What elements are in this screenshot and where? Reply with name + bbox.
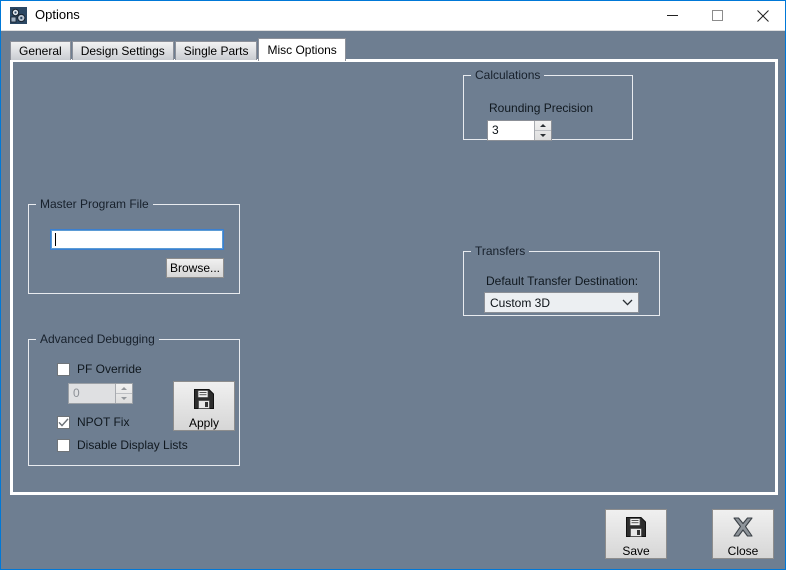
rounding-precision-spin-buttons[interactable] (534, 121, 551, 140)
npot-fix-checkbox-row[interactable]: NPOT Fix (57, 415, 129, 429)
apply-button[interactable]: Apply (173, 381, 235, 431)
window-title: Options (35, 7, 80, 22)
transfers-group: Transfers Default Transfer Destination: … (463, 244, 660, 316)
rounding-precision-label: Rounding Precision (489, 101, 594, 115)
browse-button-label: Browse... (169, 261, 220, 275)
chevron-down-icon[interactable] (616, 299, 638, 306)
disable-display-lists-label: Disable Display Lists (77, 438, 188, 452)
checkmark-icon (58, 417, 69, 427)
rounding-precision-spinner[interactable]: 3 (487, 120, 552, 141)
gears-icon (10, 7, 27, 24)
npot-fix-label: NPOT Fix (77, 415, 130, 429)
npot-fix-checkbox[interactable] (57, 415, 70, 429)
pf-override-label: PF Override (77, 362, 142, 376)
pf-override-spinner[interactable]: 0 (68, 383, 133, 404)
pf-override-checkbox[interactable] (57, 362, 70, 376)
misc-options-panel: Calculations Rounding Precision 3 Master… (10, 59, 778, 495)
tab-general[interactable]: General (10, 41, 71, 60)
spinner-down-icon[interactable] (535, 131, 551, 140)
master-program-file-group-label: Master Program File (36, 197, 153, 211)
options-window: Options General Design Settings Single P… (0, 0, 786, 570)
x-mark-icon (730, 515, 756, 542)
advanced-debugging-group-label: Advanced Debugging (36, 332, 159, 346)
save-button-label: Save (622, 544, 650, 558)
spinner-down-icon[interactable] (116, 394, 132, 403)
close-button-label: Close (727, 544, 759, 558)
text-cursor (55, 233, 56, 246)
disable-display-lists-checkbox[interactable] (57, 438, 70, 452)
calculations-group-label: Calculations (471, 68, 545, 82)
master-program-file-input[interactable] (50, 229, 224, 250)
apply-button-label: Apply (188, 416, 220, 430)
pf-override-value: 0 (73, 386, 80, 400)
close-icon[interactable] (740, 1, 785, 30)
advanced-debugging-group: Advanced Debugging PF Override 0 NPOT Fi… (28, 332, 240, 466)
master-program-file-group: Master Program File Browse... (28, 197, 240, 294)
browse-button[interactable]: Browse... (166, 258, 224, 278)
transfers-group-label: Transfers (471, 244, 530, 258)
tab-single-parts[interactable]: Single Parts (174, 41, 258, 60)
tab-strip: General Design Settings Single Parts Mis… (10, 38, 347, 61)
maximize-icon[interactable] (695, 1, 740, 30)
save-button[interactable]: Save (605, 509, 667, 559)
tab-misc-options[interactable]: Misc Options (258, 38, 346, 61)
tab-design-settings[interactable]: Design Settings (71, 41, 174, 60)
floppy-disk-icon (624, 515, 648, 542)
default-transfer-destination-select[interactable]: Custom 3D (484, 292, 639, 313)
pf-override-spin-buttons[interactable] (115, 384, 132, 403)
default-transfer-destination-value: Custom 3D (490, 295, 551, 310)
pf-override-checkbox-row[interactable]: PF Override (57, 362, 142, 376)
default-transfer-destination-label: Default Transfer Destination: (486, 274, 639, 288)
spinner-up-icon[interactable] (535, 121, 551, 131)
title-bar: Options (1, 1, 785, 31)
calculations-group: Calculations Rounding Precision 3 (463, 68, 633, 141)
close-button[interactable]: Close (712, 509, 774, 559)
floppy-disk-icon (192, 387, 216, 414)
rounding-precision-value: 3 (492, 123, 499, 137)
minimize-icon[interactable] (650, 1, 695, 30)
window-controls (650, 1, 785, 30)
disable-display-lists-checkbox-row[interactable]: Disable Display Lists (57, 438, 188, 452)
spinner-up-icon[interactable] (116, 384, 132, 394)
